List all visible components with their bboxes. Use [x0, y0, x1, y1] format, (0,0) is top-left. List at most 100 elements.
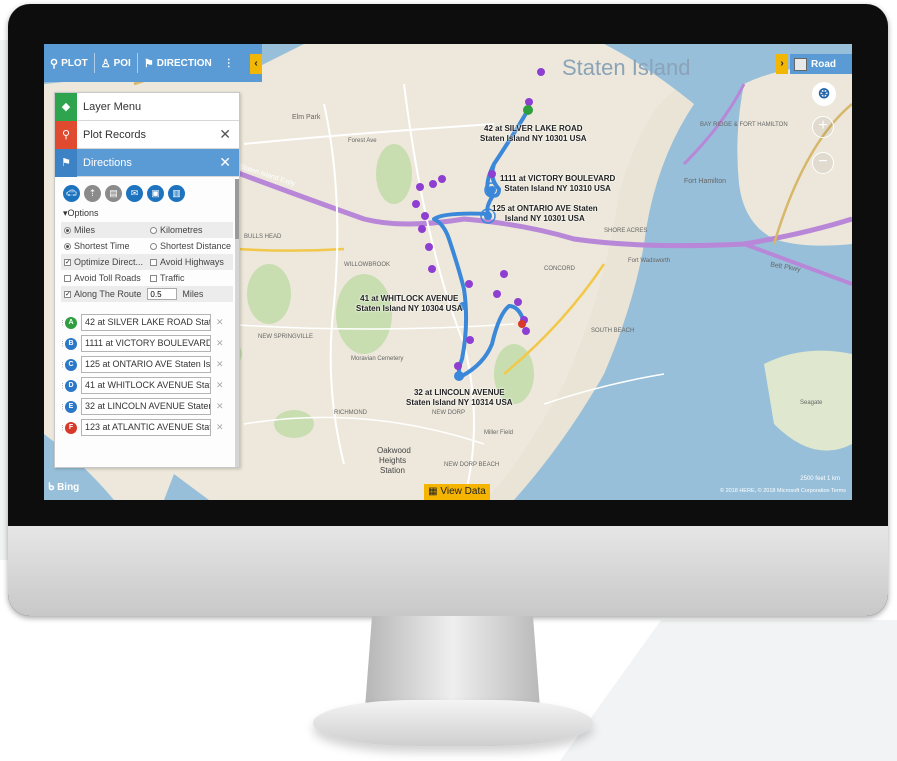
direction-tab[interactable]: ⚑ DIRECTION [138, 44, 218, 82]
zoom-in-button[interactable]: + [812, 116, 834, 138]
transit-icon[interactable]: ▤ [105, 185, 122, 202]
close-plot-records-icon[interactable]: ✕ [219, 126, 239, 143]
plot-tab[interactable]: ⚲ PLOT [44, 44, 94, 82]
stop-row[interactable]: ⋮ E 32 at LINCOLN AVENUE Staten ✕ [55, 396, 239, 417]
route-label-c: 125 at ONTARIO AVE Staten Island NY 10301… [492, 204, 598, 223]
scrollbar-thumb[interactable] [235, 179, 239, 239]
expand-controls-button[interactable]: › [776, 54, 788, 74]
area-label: CONCORD [544, 266, 575, 272]
more-menu-button[interactable]: ⋮ [218, 44, 240, 82]
kilometres-radio[interactable]: Kilometres [147, 225, 233, 235]
plot-records-row[interactable]: ⚲ Plot Records ✕ [55, 120, 239, 149]
monitor-chin [8, 526, 888, 616]
stop-input[interactable]: 41 at WHITLOCK AVENUE Stat [81, 377, 211, 394]
optimize-checkbox[interactable]: ✓ Optimize Direct... [61, 257, 147, 267]
miles-radio[interactable]: Miles [61, 225, 147, 235]
map-style-button[interactable]: › Road [776, 54, 852, 74]
email-icon[interactable]: ✉ [126, 185, 143, 202]
area-label: SOUTH BEACH [591, 328, 635, 334]
options-row: Avoid Toll Roads Traffic [61, 270, 233, 286]
stop-row[interactable]: ⋮ D 41 at WHITLOCK AVENUE Stat ✕ [55, 375, 239, 396]
avoid-highways-checkbox[interactable]: Avoid Highways [147, 257, 233, 267]
stops-list: ⋮ A 42 at SILVER LAKE ROAD State ✕ ⋮ B 1111 a… [55, 312, 239, 438]
area-label: Oakwood [377, 446, 411, 455]
city-label: Staten Island [562, 55, 691, 80]
checkbox-checked: ✓ [64, 258, 71, 266]
area-label: Fort Wadsworth [628, 258, 671, 264]
stop-row[interactable]: ⋮ A 42 at SILVER LAKE ROAD State ✕ [55, 312, 239, 333]
stop-row[interactable]: ⋮ F 123 at ATLANTIC AVENUE Stat ✕ [55, 417, 239, 438]
zoom-out-button[interactable]: − [812, 152, 834, 174]
pin-icon: ⚲ [50, 57, 59, 70]
route-label-a: 42 at SILVER LAKE ROAD Staten Island NY 1… [480, 124, 587, 143]
traffic-checkbox[interactable]: Traffic [147, 273, 233, 283]
car-icon[interactable]: 🚗︎ [63, 185, 80, 202]
options-row: Shortest Time Shortest Distance [61, 238, 233, 254]
radio [150, 226, 157, 234]
stop-row[interactable]: ⋮ C 125 at ONTARIO AVE Staten Isl ✕ [55, 354, 239, 375]
area-label: WILLOWBROOK [344, 262, 391, 268]
layer-menu-row[interactable]: ◆ Layer Menu [55, 93, 239, 121]
walk-icon[interactable]: ⇡ [84, 185, 101, 202]
stop-input[interactable]: 42 at SILVER LAKE ROAD State [81, 314, 211, 331]
route-label-d: 41 at WHITLOCK AVENUE Staten Island NY 10… [356, 294, 463, 313]
map-copyright[interactable]: © 2018 HERE, © 2018 Microsoft Corporatio… [720, 488, 846, 494]
directions-icon: ⚑ [55, 148, 77, 177]
along-route-checkbox[interactable]: ✓ Along The Route [61, 289, 141, 299]
area-label: Elm Park [292, 114, 321, 121]
collapse-panel-button[interactable]: ‹ [250, 54, 262, 74]
shortest-distance-radio[interactable]: Shortest Distance [147, 241, 233, 251]
table-icon: ▦ [428, 486, 441, 497]
radio [150, 242, 157, 250]
area-label: NEW DORP BEACH [444, 462, 500, 468]
area-label: Fort Hamilton [684, 178, 727, 185]
radio-selected [64, 226, 71, 234]
area-label: Miller Field [484, 430, 514, 436]
map-pin-icon: ⚲ [55, 120, 77, 149]
options-grid: Miles Kilometres Shortest Time Shortest … [61, 222, 233, 302]
directions-row[interactable]: ⚑ Directions ✕ [55, 148, 239, 177]
options-row: ✓Along The Route Miles [61, 286, 233, 302]
monitor-stand-base [313, 700, 593, 746]
poi-tab[interactable]: ♙ POI [95, 44, 137, 82]
area-label: BAY RIDGE & FORT HAMILTON [700, 122, 788, 128]
stop-input[interactable]: 32 at LINCOLN AVENUE Staten [81, 398, 211, 415]
area-label: BULLS HEAD [244, 234, 282, 240]
stop-input[interactable]: 123 at ATLANTIC AVENUE Stat [81, 419, 211, 436]
remove-stop-icon[interactable]: ✕ [211, 359, 224, 370]
options-row: ✓ Optimize Direct... Avoid Highways [61, 254, 233, 270]
options-title[interactable]: ▾Options [55, 206, 239, 222]
view-data-button[interactable]: ▦ View Data [424, 484, 490, 500]
checkbox [64, 274, 71, 282]
layers-icon: ◆ [55, 93, 77, 121]
compass-icon[interactable]: ⊛ [812, 82, 836, 106]
shortest-time-radio[interactable]: Shortest Time [61, 241, 147, 251]
road-map-icon [794, 57, 807, 71]
options-row: Miles Kilometres [61, 222, 233, 238]
stop-input[interactable]: 1111 at VICTORY BOULEVARD [81, 335, 211, 352]
checkbox-checked: ✓ [64, 290, 71, 298]
stop-input[interactable]: 125 at ONTARIO AVE Staten Isl [81, 356, 211, 373]
stop-row[interactable]: ⋮ B 1111 at VICTORY BOULEVARD ✕ [55, 333, 239, 354]
area-label: NEW DORP [432, 410, 465, 416]
remove-stop-icon[interactable]: ✕ [211, 380, 224, 391]
remove-stop-icon[interactable]: ✕ [211, 338, 224, 349]
along-route-unit: Miles [182, 289, 204, 299]
remove-stop-icon[interactable]: ✕ [211, 401, 224, 412]
area-label: Station [380, 466, 405, 475]
area-label: Seagate [800, 400, 823, 406]
delete-icon[interactable]: ▥ [168, 185, 185, 202]
avoid-toll-checkbox[interactable]: Avoid Toll Roads [61, 273, 147, 283]
plot-toolbar: ⚲ PLOT ♙ POI ⚑ DIRECTION ⋮ [44, 44, 262, 82]
remove-stop-icon[interactable]: ✕ [211, 317, 224, 328]
remove-stop-icon[interactable]: ✕ [211, 422, 224, 433]
bing-logo: ᑲ Bing [48, 482, 80, 493]
background-shard [560, 620, 897, 761]
side-panel: ◆ Layer Menu ⚲ Plot Records ✕ ⚑ Directio… [54, 92, 240, 468]
panel-scrollbar[interactable] [235, 179, 239, 467]
route-label-e: 32 at LINCOLN AVENUE Staten Island NY 103… [406, 388, 513, 407]
save-icon[interactable]: ▣ [147, 185, 164, 202]
close-directions-icon[interactable]: ✕ [219, 154, 239, 171]
stop-badge: B [65, 337, 77, 350]
along-route-distance-input[interactable] [147, 288, 178, 300]
